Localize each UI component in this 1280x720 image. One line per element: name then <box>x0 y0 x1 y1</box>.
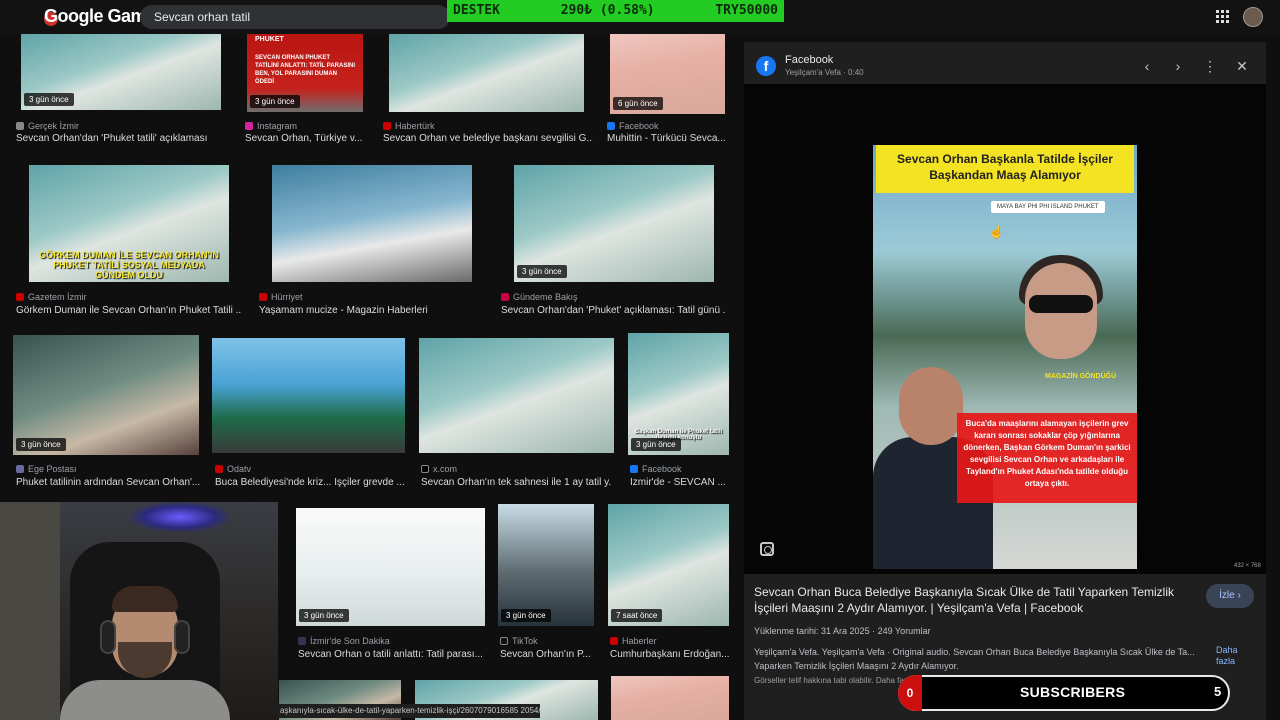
date-badge: 3 gün önce <box>16 438 66 451</box>
result-caption[interactable]: Yaşamam mucize - Magazin Haberleri <box>259 305 484 316</box>
result-image[interactable]: Başkan Duman ile Phuket tatili ile ilgil… <box>628 333 729 455</box>
result-source[interactable]: Ege Postası <box>16 464 77 474</box>
headset-icon <box>100 620 116 654</box>
image-tag: PHUKET <box>255 36 284 43</box>
result-caption[interactable]: Sevcan Orhan'ın tek sahnesi ile 1 ay tat… <box>421 477 611 488</box>
image-size: 432 × 768 <box>1234 563 1261 569</box>
more-options-icon[interactable]: ⋮ <box>1202 58 1218 75</box>
result-source[interactable]: Gazetem İzmir <box>16 292 87 302</box>
prev-arrow-icon[interactable]: ‹ <box>1139 58 1155 74</box>
result-image[interactable]: 6 gün önce <box>610 34 725 114</box>
subscriber-goal: 5 <box>1214 684 1222 699</box>
location-chip: MAYA BAY PHI PHI ISLAND PHUKET <box>991 201 1105 213</box>
donation-ticker: DESTEK 290₺ (0.58%) TRY50000 <box>447 0 784 22</box>
result-image[interactable] <box>611 676 729 720</box>
result-caption[interactable]: Sevcan Orhan'ın P... <box>500 649 595 660</box>
result-caption[interactable]: Muhittin - Türkücü Sevca... <box>607 133 727 144</box>
ticker-label: DESTEK <box>453 3 500 18</box>
result-image[interactable]: 3 gün önce <box>13 335 199 455</box>
close-icon[interactable]: ✕ <box>1234 58 1250 75</box>
account-avatar[interactable] <box>1243 7 1263 27</box>
result-source[interactable]: Habertürk <box>383 121 435 131</box>
video-title[interactable]: Sevcan Orhan Buca Belediye Başkanıyla Sı… <box>754 584 1194 616</box>
result-image[interactable] <box>419 338 614 453</box>
date-badge: 3 gün önce <box>501 609 551 622</box>
result-caption[interactable]: Sevcan Orhan ve belediye başkanı sevgili… <box>383 133 593 144</box>
status-url: aşkanıyla-sıcak-ülke-de-tatil-yaparken-t… <box>276 704 540 718</box>
webcam-overlay <box>0 502 278 720</box>
result-image[interactable]: PHUKET SEVCAN ORHAN PHUKET TATİLİNİ ANLA… <box>247 34 363 112</box>
result-image[interactable]: 7 saat önce <box>608 504 729 626</box>
result-source[interactable]: TikTok <box>500 636 538 646</box>
preview-image-title: Sevcan Orhan Başkanla Tatilde İşçiler Ba… <box>876 145 1134 193</box>
result-image[interactable]: 3 gün önce <box>498 504 594 626</box>
google-logo[interactable]: Google Game <box>44 6 156 27</box>
more-link[interactable]: Daha fazla <box>1216 645 1246 667</box>
ticker-value: 290₺ (0.58%) <box>560 3 655 18</box>
image-overlay-text: GÖRKEM DUMAN İLE SEVCAN ORHAN'IN PHUKET … <box>39 250 219 280</box>
result-caption[interactable]: Görkem Duman ile Sevcan Orhan'ın Phuket … <box>16 305 241 316</box>
magazine-tag: MAGAZİN GÖNDÜĞÜ <box>1045 373 1117 380</box>
panel-source-sub: Yeşilçam'a Vefa · 0:40 <box>785 68 864 77</box>
result-image[interactable] <box>272 165 472 282</box>
result-source[interactable]: Facebook <box>630 464 682 474</box>
result-image[interactable] <box>389 34 584 112</box>
result-caption[interactable]: İzmir'de - SEVCAN ... <box>630 477 730 488</box>
lens-search-icon[interactable] <box>760 542 774 556</box>
result-source[interactable]: Hürriyet <box>259 292 303 302</box>
result-image[interactable]: 3 gün önce <box>296 508 485 626</box>
preview-image[interactable]: Sevcan Orhan Başkanla Tatilde İşçiler Ba… <box>873 145 1137 569</box>
result-source[interactable]: Gerçek İzmir <box>16 121 79 131</box>
video-description: Yeşilçam'a Vefa. Yeşilçam'a Vefa · Origi… <box>754 647 1195 671</box>
date-badge: 7 saat önce <box>611 609 663 622</box>
date-badge: 3 gün önce <box>250 95 300 108</box>
result-caption[interactable]: Cumhurbaşkanı Erdoğan... <box>610 649 730 660</box>
result-caption[interactable]: Sevcan Orhan'dan 'Phuket tatili' açıklam… <box>16 133 226 144</box>
result-source[interactable]: Instagram <box>245 121 297 131</box>
date-badge: 3 gün önce <box>24 93 74 106</box>
subscribers-label: SUBSCRIBERS <box>1020 684 1126 700</box>
result-image[interactable] <box>212 338 405 453</box>
result-source[interactable]: Haberler <box>610 636 657 646</box>
result-source[interactable]: Odatv <box>215 464 251 474</box>
date-badge: 3 gün önce <box>631 438 681 451</box>
preview-red-caption: Buca'da maaşlarını alamayan işçilerin gr… <box>957 413 1137 503</box>
result-caption[interactable]: Sevcan Orhan o tatili anlattı: Tatil par… <box>298 649 488 660</box>
facebook-icon: f <box>756 56 776 76</box>
next-arrow-icon[interactable]: › <box>1170 58 1186 74</box>
result-source[interactable]: İzmir'de Son Dakika <box>298 636 390 646</box>
result-caption[interactable]: Sevcan Orhan'dan 'Phuket' açıklaması: Ta… <box>501 305 726 316</box>
upload-meta: Yüklenme tarihi: 31 Ara 2025 · 249 Yorum… <box>754 626 931 636</box>
date-badge: 6 gün önce <box>613 97 663 110</box>
date-badge: 3 gün önce <box>299 609 349 622</box>
image-headline: SEVCAN ORHAN PHUKET TATİLİNİ ANLATTI: TA… <box>255 55 355 85</box>
result-source[interactable]: Gündeme Bakış <box>501 292 578 302</box>
result-caption[interactable]: Phuket tatilinin ardından Sevcan Orhan'.… <box>16 477 201 488</box>
result-image[interactable]: 3 gün önce <box>21 34 221 110</box>
search-input[interactable]: Sevcan orhan tatil <box>140 5 450 29</box>
result-caption[interactable]: Buca Belediyesi'nde kriz... İşçiler grev… <box>215 477 405 488</box>
watch-button[interactable]: İzle › <box>1206 584 1254 608</box>
result-source[interactable]: Facebook <box>607 121 659 131</box>
result-image[interactable]: GÖRKEM DUMAN İLE SEVCAN ORHAN'IN PHUKET … <box>29 165 229 282</box>
result-caption[interactable]: Sevcan Orhan, Türkiye v... <box>245 133 365 144</box>
result-source[interactable]: x.com <box>421 464 457 474</box>
apps-grid-icon[interactable] <box>1216 10 1230 24</box>
ticker-goal: TRY50000 <box>715 3 778 18</box>
hand-cursor-icon: ☝ <box>989 225 1004 239</box>
panel-source-name[interactable]: Facebook <box>785 54 833 66</box>
result-image[interactable]: 3 gün önce <box>514 165 714 282</box>
date-badge: 3 gün önce <box>517 265 567 278</box>
